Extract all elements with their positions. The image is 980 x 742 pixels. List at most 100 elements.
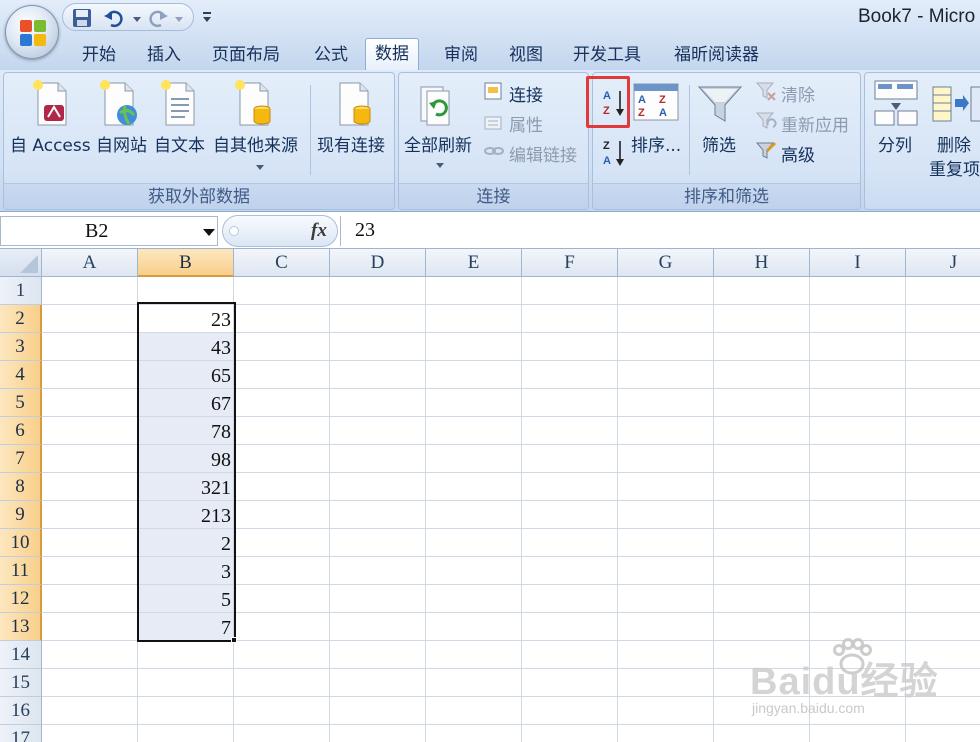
existing-connections-icon: [339, 82, 371, 126]
column-gridline: [617, 277, 618, 742]
clear-button[interactable]: 清除: [781, 81, 815, 106]
svg-text:A: A: [603, 155, 611, 167]
watermark-url: jingyan.baidu.com: [752, 700, 865, 716]
row-header-17[interactable]: 17: [0, 725, 42, 742]
advanced-filter-icon: [755, 141, 777, 159]
select-all-corner[interactable]: [0, 249, 42, 277]
undo-dropdown-icon[interactable]: [133, 17, 141, 22]
reapply-icon: [755, 112, 777, 129]
tab-review[interactable]: 审阅: [442, 42, 480, 70]
remove-duplicates-button[interactable]: 删除: [937, 131, 971, 156]
from-other-sources-button[interactable]: 自其他来源: [213, 131, 298, 156]
customize-qat-icon[interactable]: [200, 10, 214, 24]
formula-bar: B2 fx 23: [0, 213, 980, 249]
redo-icon[interactable]: [147, 7, 169, 29]
column-header-a[interactable]: A: [42, 249, 138, 277]
name-box-dropdown-icon[interactable]: [203, 229, 215, 236]
row-header-3[interactable]: 3: [0, 333, 42, 361]
fill-handle[interactable]: [231, 637, 237, 643]
advanced-button[interactable]: 高级: [781, 141, 815, 166]
column-header-j[interactable]: J: [906, 249, 980, 277]
group-label: 排序和筛选: [593, 183, 860, 209]
existing-connections-button[interactable]: 现有连接: [317, 131, 385, 156]
from-access-button[interactable]: 自 Access: [10, 131, 91, 156]
column-header-g[interactable]: G: [618, 249, 714, 277]
redo-dropdown-icon[interactable]: [175, 17, 183, 22]
from-web-button[interactable]: 自网站: [96, 131, 147, 156]
insert-function-icon[interactable]: fx: [311, 220, 327, 242]
group-separator: [689, 85, 690, 175]
group-connections: 全部刷新 连接 属性 编辑链接 连接: [398, 72, 589, 210]
save-icon[interactable]: [71, 7, 93, 29]
group-data-tools: 分列 删除 重复项: [864, 72, 980, 210]
refresh-dropdown-icon[interactable]: [436, 163, 444, 168]
tab-foxit-reader[interactable]: 福昕阅读器: [672, 42, 761, 70]
sort-a-to-z-highlight: [586, 76, 630, 128]
row-header-16[interactable]: 16: [0, 697, 42, 725]
other-sources-icon: [235, 80, 271, 126]
row-header-4[interactable]: 4: [0, 361, 42, 389]
row-header-13[interactable]: 13: [0, 613, 42, 641]
column-header-e[interactable]: E: [426, 249, 522, 277]
tab-data[interactable]: 数据: [365, 38, 419, 72]
svg-text:A: A: [638, 94, 646, 106]
column-gridline: [329, 277, 330, 742]
edit-links-icon: [484, 147, 504, 155]
tab-home[interactable]: 开始: [80, 42, 118, 70]
web-globe-icon: [100, 80, 137, 126]
reapply-button[interactable]: 重新应用: [781, 111, 849, 136]
name-box[interactable]: B2: [0, 216, 218, 246]
office-logo-icon: [20, 20, 46, 46]
tab-developer[interactable]: 开发工具: [571, 42, 643, 70]
row-header-8[interactable]: 8: [0, 473, 42, 501]
row-header-10[interactable]: 10: [0, 529, 42, 557]
edit-links-button[interactable]: 编辑链接: [509, 141, 577, 166]
tab-page-layout[interactable]: 页面布局: [210, 42, 282, 70]
refresh-all-icon: [420, 86, 450, 126]
office-button[interactable]: [5, 5, 59, 59]
formula-input[interactable]: 23: [340, 216, 980, 246]
group-label: 获取外部数据: [4, 183, 394, 209]
group-label: 连接: [399, 183, 588, 209]
connections-icon: [484, 82, 502, 100]
row-header-11[interactable]: 11: [0, 557, 42, 585]
column-gridline: [425, 277, 426, 742]
tab-insert[interactable]: 插入: [145, 42, 183, 70]
tab-view[interactable]: 视图: [507, 42, 545, 70]
title-bar: Book7 - Micro: [0, 0, 980, 36]
row-header-1[interactable]: 1: [0, 277, 42, 305]
row-header-9[interactable]: 9: [0, 501, 42, 529]
refresh-all-button[interactable]: 全部刷新: [404, 131, 472, 156]
column-gridline: [713, 277, 714, 742]
undo-icon[interactable]: [103, 7, 125, 29]
tab-formulas[interactable]: 公式: [312, 42, 350, 70]
group-sort-filter: A Z Z A A Z Z A 排序... 筛选 清除 重新应用 高级 排序和筛…: [592, 72, 861, 210]
watermark-brand: Baidu经验: [750, 661, 939, 703]
column-header-b[interactable]: B: [138, 249, 234, 277]
other-sources-dropdown-icon[interactable]: [256, 165, 264, 170]
row-header-5[interactable]: 5: [0, 389, 42, 417]
filter-button[interactable]: 筛选: [702, 131, 736, 156]
column-header-i[interactable]: I: [810, 249, 906, 277]
row-header-2[interactable]: 2: [0, 305, 42, 333]
formula-bar-resize-handle[interactable]: [229, 226, 239, 236]
row-header-14[interactable]: 14: [0, 641, 42, 669]
row-header-12[interactable]: 12: [0, 585, 42, 613]
ribbon: 自 Access 自网站 自文本 自其他来源 现有连接 获取外部数据 全部刷新 …: [0, 70, 980, 212]
text-to-columns-button[interactable]: 分列: [878, 131, 912, 156]
sort-z-to-a-icon[interactable]: Z A: [601, 137, 627, 169]
connections-button[interactable]: 连接: [509, 81, 543, 106]
column-header-d[interactable]: D: [330, 249, 426, 277]
sort-button[interactable]: 排序...: [631, 131, 681, 156]
column-header-c[interactable]: C: [234, 249, 330, 277]
row-header-7[interactable]: 7: [0, 445, 42, 473]
row-header-6[interactable]: 6: [0, 417, 42, 445]
remove-duplicates-button-line2: 重复项: [929, 160, 980, 180]
column-gridline: [521, 277, 522, 742]
column-header-f[interactable]: F: [522, 249, 618, 277]
svg-text:Z: Z: [638, 107, 645, 119]
from-text-button[interactable]: 自文本: [154, 131, 205, 156]
column-header-h[interactable]: H: [714, 249, 810, 277]
row-header-15[interactable]: 15: [0, 669, 42, 697]
properties-button[interactable]: 属性: [509, 111, 543, 136]
